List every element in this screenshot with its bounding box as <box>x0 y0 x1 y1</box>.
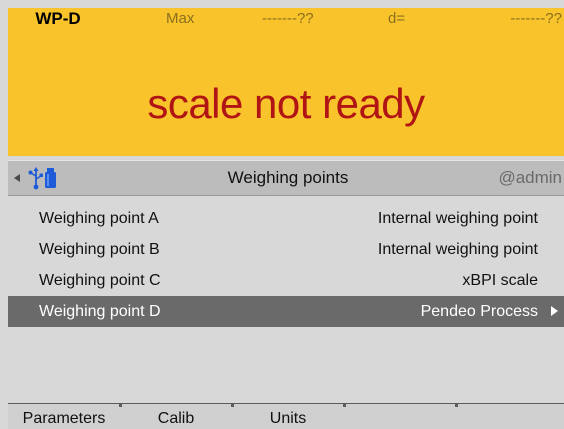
list-item-name: Weighing point A <box>39 210 159 227</box>
softkey-units[interactable]: Units <box>232 404 344 429</box>
readability-value: -------?? <box>510 10 562 27</box>
softkey-divider <box>231 403 234 407</box>
list-item-value: Pendeo Process <box>420 303 538 320</box>
scale-display-screen: WP-D Max -------?? d= -------?? scale no… <box>0 0 564 429</box>
list-item-weighing-point-a[interactable]: Weighing point A Internal weighing point <box>8 203 564 234</box>
scale-status-message: scale not ready <box>147 80 425 127</box>
weighing-points-list: Weighing point A Internal weighing point… <box>8 200 564 327</box>
softkey-divider <box>455 403 458 407</box>
list-item-name: Weighing point D <box>39 303 161 320</box>
list-item-weighing-point-c[interactable]: Weighing point C xBPI scale <box>8 265 564 296</box>
softkey-calib[interactable]: Calib <box>120 404 232 429</box>
softkey-parameters[interactable]: Parameters <box>8 404 120 429</box>
weighing-info-strip: WP-D Max -------?? d= -------?? <box>8 8 564 30</box>
usb-icon <box>28 167 56 190</box>
max-label: Max <box>166 10 195 27</box>
softkey-bar: Parameters Calib Units <box>8 403 564 429</box>
list-item-value: Internal weighing point <box>377 241 538 258</box>
back-arrow-icon[interactable] <box>14 174 20 182</box>
active-weighing-point: WP-D <box>35 9 81 28</box>
list-item-value: xBPI scale <box>462 272 538 289</box>
page-title: Weighing points <box>227 168 349 187</box>
menu-title-bar: Weighing points @admin <box>8 160 564 196</box>
softkey-5[interactable] <box>456 404 564 429</box>
readability-label: d= <box>388 10 406 27</box>
list-item-weighing-point-b[interactable]: Weighing point B Internal weighing point <box>8 234 564 265</box>
list-item-weighing-point-d[interactable]: Weighing point D Pendeo Process <box>8 296 564 327</box>
list-item-name: Weighing point B <box>39 241 160 258</box>
list-item-name: Weighing point C <box>39 272 161 289</box>
chevron-right-icon <box>551 306 558 316</box>
max-value: -------?? <box>262 10 314 27</box>
logged-in-user: @admin <box>498 168 562 187</box>
status-panel: WP-D Max -------?? d= -------?? scale no… <box>8 8 564 156</box>
softkey-4[interactable] <box>344 404 456 429</box>
list-item-value: Internal weighing point <box>377 210 538 227</box>
softkey-divider <box>119 403 122 407</box>
softkey-divider <box>343 403 346 407</box>
